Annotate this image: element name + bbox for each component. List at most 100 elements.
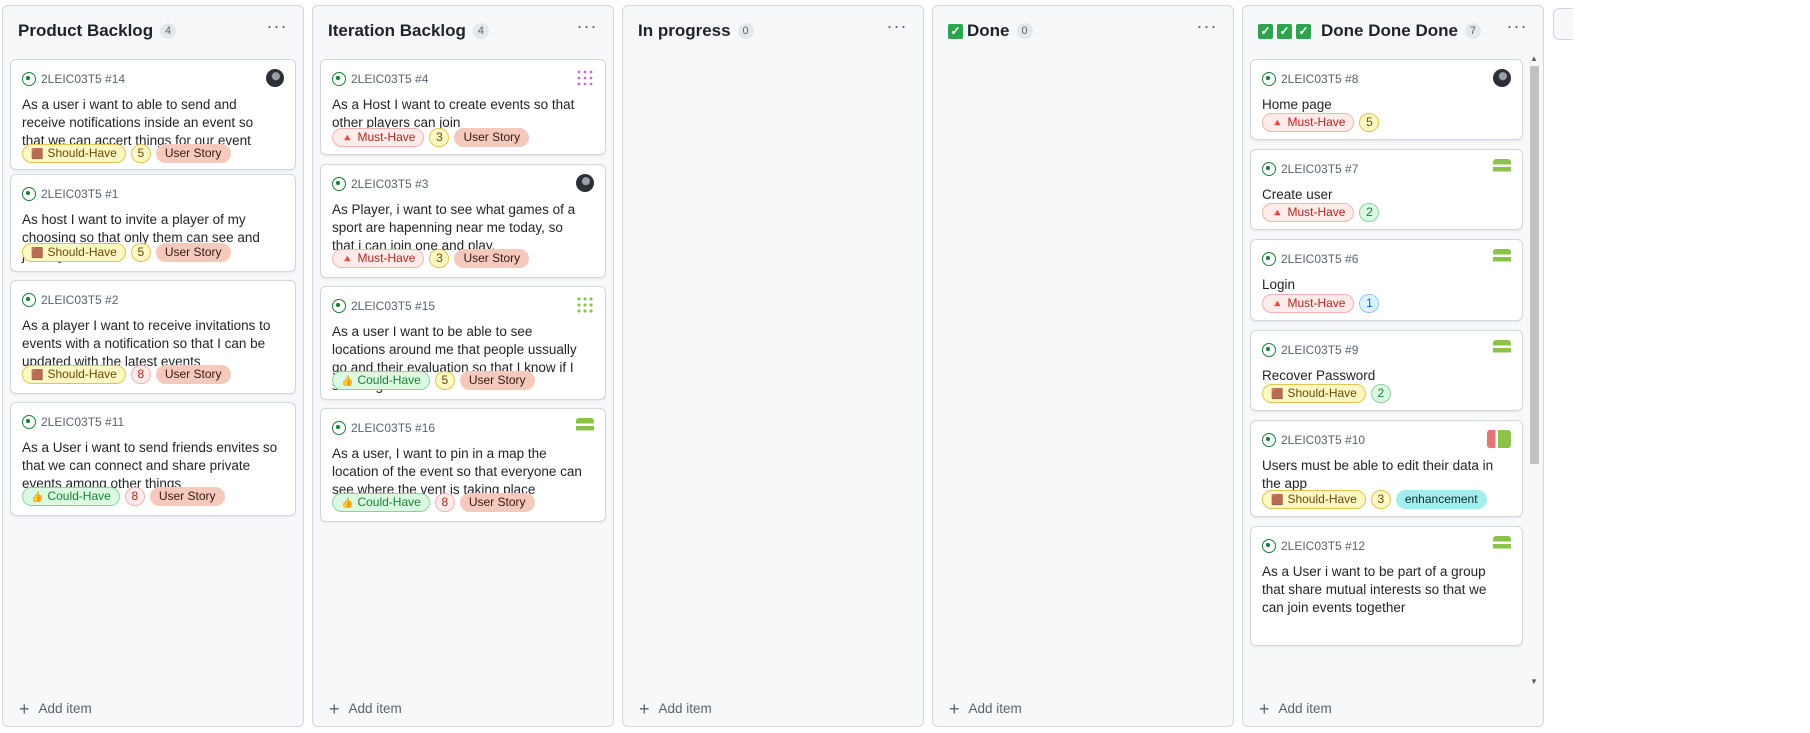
avatar[interactable] (1493, 340, 1511, 358)
story-points: 3 (429, 249, 450, 268)
ellipsis-icon[interactable]: ··· (1505, 17, 1529, 39)
scrollbar[interactable]: ▲ ▼ (1528, 54, 1540, 686)
story-points: 8 (434, 493, 455, 512)
issue-open-icon (332, 72, 346, 86)
avatar[interactable] (576, 418, 594, 436)
issue-ref[interactable]: 2LEIC03T5 #15 (351, 299, 435, 313)
column-count: 7 (1464, 23, 1481, 39)
scrollbar-thumb[interactable] (1530, 66, 1539, 464)
card-list: 2LEIC03T5 #14 As a user i want to able t… (10, 59, 296, 686)
priority-label: 🟫 Should-Have (1262, 490, 1366, 509)
priority-label: 🔺 Must-Have (1262, 203, 1355, 222)
card-list: 2LEIC03T5 #8 Home page 🔺 Must-Have 5 2LEI… (1250, 59, 1523, 686)
avatar[interactable] (1493, 69, 1511, 87)
column-title: Done Done Done (1321, 21, 1458, 40)
issue-card[interactable]: 2LEIC03T5 #14 As a user i want to able t… (10, 59, 296, 170)
issue-ref[interactable]: 2LEIC03T5 #4 (351, 72, 428, 86)
issue-card[interactable]: 2LEIC03T5 #3 As Player, i want to see wh… (320, 164, 606, 278)
column-done: ✓ Done 0 ··· + Add item (932, 5, 1234, 727)
column-header: Product Backlog 4 (3, 6, 303, 56)
issue-ref[interactable]: 2LEIC03T5 #14 (41, 72, 125, 86)
issue-card[interactable]: 2LEIC03T5 #12 As a User i want to be par… (1250, 526, 1523, 646)
issue-card[interactable]: 2LEIC03T5 #4 As a Host I want to create … (320, 59, 606, 155)
column-count: 0 (1016, 23, 1033, 39)
issue-title[interactable]: Login (1262, 276, 1506, 294)
issue-open-icon (1262, 539, 1276, 553)
issue-ref[interactable]: 2LEIC03T5 #10 (1281, 433, 1365, 447)
issue-title[interactable]: Recover Password (1262, 367, 1506, 385)
issue-title[interactable]: As a Host I want to create events so tha… (332, 96, 589, 132)
issue-ref[interactable]: 2LEIC03T5 #2 (41, 293, 118, 307)
issue-open-icon (22, 187, 36, 201)
checkbox-checked-icon: ✓ (1258, 23, 1273, 39)
issue-card[interactable]: 2LEIC03T5 #15 As a user I want to be abl… (320, 286, 606, 400)
issue-ref[interactable]: 2LEIC03T5 #9 (1281, 343, 1358, 357)
avatar[interactable] (1487, 430, 1511, 448)
scroll-down-icon[interactable]: ▼ (1530, 677, 1538, 686)
issue-card[interactable]: 2LEIC03T5 #1 As host I want to invite a … (10, 174, 296, 272)
issue-card[interactable]: 2LEIC03T5 #16 As a user, I want to pin i… (320, 408, 606, 522)
ellipsis-icon[interactable]: ··· (885, 17, 909, 39)
issue-ref[interactable]: 2LEIC03T5 #7 (1281, 162, 1358, 176)
issue-title[interactable]: As a User i want to be part of a group t… (1262, 563, 1506, 617)
issue-title[interactable]: As a user, I want to pin in a map the lo… (332, 445, 589, 499)
add-item-button[interactable]: + Add item (19, 700, 92, 718)
issue-ref[interactable]: 2LEIC03T5 #11 (41, 415, 124, 429)
issue-ref[interactable]: 2LEIC03T5 #16 (351, 421, 435, 435)
issue-card[interactable]: 2LEIC03T5 #8 Home page 🔺 Must-Have 5 (1250, 59, 1523, 140)
avatar[interactable] (1493, 249, 1511, 267)
ellipsis-icon[interactable]: ··· (1195, 17, 1219, 39)
card-list: 2LEIC03T5 #4 As a Host I want to create … (320, 59, 606, 686)
story-points: 8 (130, 365, 151, 384)
add-column-button[interactable] (1553, 8, 1573, 40)
column-iteration-backlog: Iteration Backlog 4 ··· 2LEIC03T5 #4 As … (312, 5, 614, 727)
avatar[interactable] (576, 296, 594, 314)
issue-title[interactable]: As a user i want to able to send and rec… (22, 96, 279, 150)
checkbox-checked-icon: ✓ (948, 23, 963, 39)
issue-title[interactable]: As Player, i want to see what games of a… (332, 201, 589, 255)
ellipsis-icon[interactable]: ··· (265, 17, 289, 39)
avatar[interactable] (1493, 536, 1511, 554)
type-label: User Story (454, 249, 530, 268)
issue-ref[interactable]: 2LEIC03T5 #6 (1281, 252, 1358, 266)
story-points: 3 (1370, 490, 1391, 509)
issue-card[interactable]: 2LEIC03T5 #7 Create user 🔺 Must-Have 2 (1250, 149, 1523, 230)
issue-title[interactable]: Home page (1262, 96, 1506, 114)
issue-card[interactable]: 2LEIC03T5 #2 As a player I want to recei… (10, 280, 296, 394)
priority-label: 🟫 Should-Have (22, 144, 126, 163)
column-count: 0 (737, 23, 754, 39)
issue-ref[interactable]: 2LEIC03T5 #12 (1281, 539, 1365, 553)
type-label: User Story (149, 487, 225, 506)
issue-card[interactable]: 2LEIC03T5 #9 Recover Password 🟫 Should-Ha… (1250, 330, 1523, 411)
issue-card[interactable]: 2LEIC03T5 #6 Login 🔺 Must-Have 1 (1250, 239, 1523, 321)
column-title: Iteration Backlog (328, 21, 466, 40)
add-item-button[interactable]: + Add item (639, 700, 712, 718)
issue-open-icon (332, 299, 346, 313)
issue-title[interactable]: Users must be able to edit their data in… (1262, 457, 1506, 493)
issue-open-icon (22, 415, 36, 429)
avatar[interactable] (576, 174, 594, 192)
add-item-button[interactable]: + Add item (1259, 700, 1332, 718)
scroll-up-icon[interactable]: ▲ (1530, 54, 1538, 63)
add-item-button[interactable]: + Add item (329, 700, 402, 718)
ellipsis-icon[interactable]: ··· (575, 17, 599, 39)
column-header: ✓ Done 0 (933, 6, 1233, 56)
issue-ref[interactable]: 2LEIC03T5 #8 (1281, 72, 1358, 86)
avatar[interactable] (1493, 159, 1511, 177)
column-done-done-done: ✓ ✓ ✓ Done Done Done 7 ··· 2LEIC03T5 #8 … (1242, 5, 1544, 727)
type-label: User Story (454, 128, 530, 147)
issue-title[interactable]: As a User i want to send friends envites… (22, 439, 279, 493)
issue-title[interactable]: Create user (1262, 186, 1506, 204)
avatar[interactable] (576, 69, 594, 87)
type-label: enhancement (1395, 490, 1487, 509)
issue-ref[interactable]: 2LEIC03T5 #3 (351, 177, 428, 191)
add-item-button[interactable]: + Add item (949, 700, 1022, 718)
priority-label: 🟫 Should-Have (22, 243, 126, 262)
issue-card[interactable]: 2LEIC03T5 #10 Users must be able to edit… (1250, 420, 1523, 517)
issue-card[interactable]: 2LEIC03T5 #11 As a User i want to send f… (10, 402, 296, 516)
issue-ref[interactable]: 2LEIC03T5 #1 (41, 187, 118, 201)
story-points: 2 (1359, 203, 1380, 222)
avatar[interactable] (266, 69, 284, 87)
issue-title[interactable]: As a player I want to receive invitation… (22, 317, 279, 371)
story-points: 2 (1370, 384, 1391, 403)
